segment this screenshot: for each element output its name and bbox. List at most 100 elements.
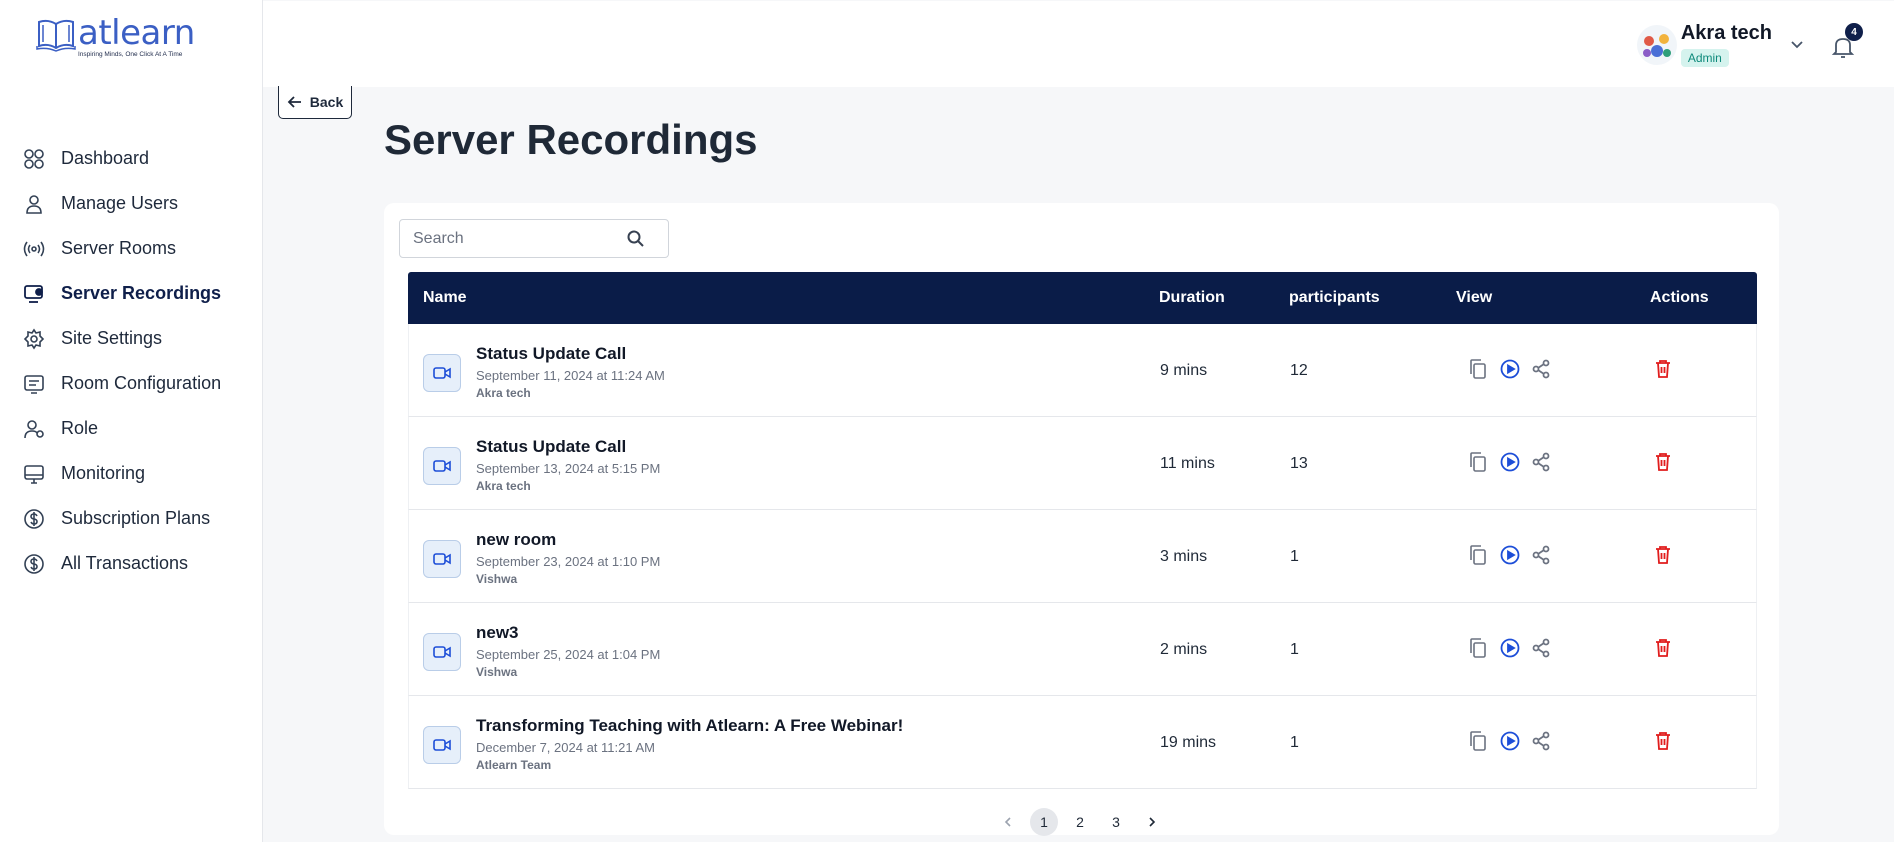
sidebar-item-server-rooms[interactable]: Server Rooms xyxy=(0,226,262,271)
share-icon[interactable] xyxy=(1529,450,1553,474)
recording-participants: 1 xyxy=(1290,548,1299,565)
copy-icon[interactable] xyxy=(1466,543,1490,567)
recording-duration: 2 mins xyxy=(1160,641,1208,658)
delete-icon[interactable] xyxy=(1651,636,1675,660)
recording-duration: 9 mins xyxy=(1160,362,1208,379)
chevron-right-icon xyxy=(1149,817,1156,827)
recording-owner: Akra tech xyxy=(476,386,531,400)
sidebar-item-room-configuration[interactable]: Room Configuration xyxy=(0,361,262,406)
sidebar-item-label: Role xyxy=(61,418,99,438)
sidebar-item-monitoring[interactable]: Monitoring xyxy=(0,451,262,496)
gear-icon xyxy=(23,328,45,350)
table-row: Transforming Teaching with Atlearn: A Fr… xyxy=(408,696,1757,789)
page-button[interactable]: 2 xyxy=(1066,808,1094,836)
notifications-button[interactable]: 4 xyxy=(1830,23,1863,60)
chevron-down-icon[interactable] xyxy=(1788,35,1806,53)
recording-owner: Akra tech xyxy=(476,479,531,493)
video-camera-icon xyxy=(423,354,461,392)
avatar xyxy=(1636,25,1677,65)
page-button[interactable]: 1 xyxy=(1030,808,1058,836)
copy-icon[interactable] xyxy=(1466,729,1490,753)
share-icon[interactable] xyxy=(1529,543,1553,567)
recording-participants: 1 xyxy=(1290,641,1299,658)
share-icon[interactable] xyxy=(1529,357,1553,381)
role-badge: Admin xyxy=(1680,49,1729,67)
delete-icon[interactable] xyxy=(1651,450,1675,474)
brand-tagline: Inspiring Minds, One Click At A Time xyxy=(78,51,183,58)
prev-page-button[interactable] xyxy=(994,808,1022,836)
recordings-table: Name Duration participants View Actions … xyxy=(408,272,1757,789)
sidebar-item-label: Dashboard xyxy=(61,148,150,168)
sidebar-item-label: Site Settings xyxy=(61,328,163,348)
delete-icon[interactable] xyxy=(1651,543,1675,567)
play-icon[interactable] xyxy=(1498,543,1522,567)
sidebar-item-server-recordings[interactable]: Server Recordings xyxy=(0,271,262,316)
sidebar-item-manage-users[interactable]: Manage Users xyxy=(0,181,262,226)
recording-date: September 13, 2024 at 5:15 PM xyxy=(476,461,661,476)
copy-icon[interactable] xyxy=(1466,357,1490,381)
sidebar-item-all-transactions[interactable]: All Transactions xyxy=(0,541,262,586)
sidebar-item-role[interactable]: Role xyxy=(0,406,262,451)
column-participants: participants xyxy=(1289,289,1380,306)
dollar-icon xyxy=(23,553,45,575)
recording-owner: Vishwa xyxy=(476,665,518,679)
video-camera-icon xyxy=(423,447,461,485)
back-button[interactable]: Back xyxy=(278,86,352,119)
recording-title: Status Update Call xyxy=(476,437,627,456)
page-button[interactable]: 3 xyxy=(1102,808,1130,836)
table-row: new3 September 25, 2024 at 1:04 PM Vishw… xyxy=(408,603,1757,696)
top-bar: Akra tech Admin 4 xyxy=(263,1,1894,87)
recording-duration: 11 mins xyxy=(1160,455,1215,472)
play-icon[interactable] xyxy=(1498,450,1522,474)
recording-date: September 25, 2024 at 1:04 PM xyxy=(476,647,661,662)
sidebar-nav: Dashboard Manage Users Server Rooms Serv… xyxy=(0,136,262,586)
delete-icon[interactable] xyxy=(1651,729,1675,753)
table-row: Status Update Call September 11, 2024 at… xyxy=(408,324,1757,417)
config-icon xyxy=(23,373,45,395)
recording-title: Status Update Call xyxy=(476,344,627,363)
search-icon[interactable] xyxy=(626,229,646,249)
recording-participants: 1 xyxy=(1290,734,1299,751)
brand-name: atlearn xyxy=(78,13,195,53)
pagination: 1 2 3 xyxy=(994,808,1166,836)
recording-participants: 13 xyxy=(1290,455,1308,472)
sidebar-item-subscription-plans[interactable]: Subscription Plans xyxy=(0,496,262,541)
user-name: Akra tech xyxy=(1680,22,1772,44)
next-page-button[interactable] xyxy=(1138,808,1166,836)
recording-owner: Atlearn Team xyxy=(476,758,552,772)
sidebar-item-dashboard[interactable]: Dashboard xyxy=(0,136,262,181)
play-icon[interactable] xyxy=(1498,729,1522,753)
copy-icon[interactable] xyxy=(1466,450,1490,474)
play-icon[interactable] xyxy=(1498,636,1522,660)
search-input[interactable] xyxy=(413,229,613,248)
video-camera-icon xyxy=(423,633,461,671)
video-camera-icon xyxy=(423,726,461,764)
share-icon[interactable] xyxy=(1529,729,1553,753)
recording-title: Transforming Teaching with Atlearn: A Fr… xyxy=(476,716,904,735)
role-icon xyxy=(23,418,45,440)
page-title: Server Recordings xyxy=(384,116,758,163)
table-row: Status Update Call September 13, 2024 at… xyxy=(408,417,1757,510)
recordings-icon xyxy=(23,283,45,305)
recording-duration: 19 mins xyxy=(1160,734,1217,751)
column-duration: Duration xyxy=(1159,289,1225,306)
recording-date: September 23, 2024 at 1:10 PM xyxy=(476,554,661,569)
sidebar-item-label: Server Rooms xyxy=(61,238,177,258)
column-view: View xyxy=(1456,289,1493,306)
share-icon[interactable] xyxy=(1529,636,1553,660)
chevron-left-icon xyxy=(1004,817,1011,827)
recording-title: new3 xyxy=(476,623,519,642)
sidebar-item-label: Room Configuration xyxy=(61,373,222,393)
play-icon[interactable] xyxy=(1498,357,1522,381)
copy-icon[interactable] xyxy=(1466,636,1490,660)
back-label: Back xyxy=(309,94,344,110)
column-actions: Actions xyxy=(1650,289,1709,306)
video-camera-icon xyxy=(423,540,461,578)
arrow-left-icon xyxy=(287,96,301,108)
dashboard-icon xyxy=(23,148,45,170)
delete-icon[interactable] xyxy=(1651,357,1675,381)
sidebar-item-site-settings[interactable]: Site Settings xyxy=(0,316,262,361)
broadcast-icon xyxy=(23,238,45,260)
brand-logo[interactable]: atlearn Inspiring Minds, One Click At A … xyxy=(36,16,195,58)
user-menu[interactable]: Akra tech Admin xyxy=(1636,21,1806,67)
